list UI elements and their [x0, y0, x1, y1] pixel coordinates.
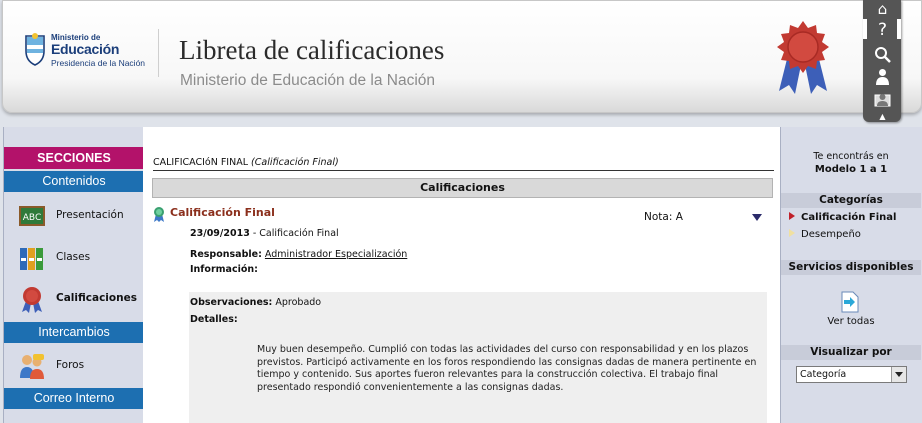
home-icon[interactable]: ⌂	[874, 1, 891, 18]
categorias-header: Categorías	[781, 193, 921, 208]
app-window: Ministerio de Educación Presidencia de l…	[0, 0, 922, 423]
search-icon[interactable]	[874, 46, 891, 63]
location-label: Te encontrás en	[813, 151, 889, 162]
location-value: Modelo 1 a 1	[814, 164, 888, 175]
binders-icon	[20, 248, 43, 270]
page-title: Libreta de calificaciones	[179, 35, 445, 65]
categoria-label: Calificación Final	[801, 212, 897, 223]
bullet-arrow-icon	[789, 212, 795, 220]
sidebar-item-label: Calificaciones	[56, 292, 137, 304]
shield-icon	[25, 33, 45, 66]
header-bar: Ministerio de Educación Presidencia de l…	[2, 0, 922, 113]
chevron-down-icon[interactable]	[891, 367, 906, 382]
chalkboard-icon: ABC	[19, 206, 45, 226]
page-subtitle: Ministerio de Educación de la Nación	[180, 72, 436, 89]
quick-toolbar: ⌂ ? ▲	[863, 0, 901, 122]
ver-todas-label: Ver todas	[827, 316, 875, 327]
detalles-label: Detalles:	[190, 314, 238, 325]
categoria-label: Desempeño	[801, 229, 861, 240]
category-intercambios[interactable]: Intercambios	[4, 322, 144, 343]
categoria-item-desempeno[interactable]: Desempeño	[789, 229, 861, 240]
section-title: Calificaciones	[152, 178, 773, 198]
right-sidebar: Te encontrás en Modelo 1 a 1 Categorías …	[780, 127, 922, 423]
observaciones-row: Observaciones: Aprobado	[190, 297, 321, 308]
entry-title[interactable]: Calificación Final	[170, 206, 275, 219]
sidebar-item-calificaciones[interactable]: Calificaciones	[4, 279, 144, 319]
observaciones-value: Aprobado	[275, 297, 322, 308]
arrow-up-icon[interactable]: ▲	[874, 108, 891, 125]
main-content: CALIFICACIóN FINAL (Calificación Final) …	[143, 127, 780, 423]
entry-date: 23/09/2013	[190, 228, 250, 239]
sidebar-item-clases[interactable]: Clases	[4, 238, 144, 278]
sections-header: SECCIONES	[4, 147, 144, 169]
observaciones-label: Observaciones:	[190, 297, 273, 308]
ribbon-icon	[154, 207, 164, 222]
observations-panel: Observaciones: Aprobado Detalles: Muy bu…	[189, 292, 767, 423]
category-contenidos[interactable]: Contenidos	[4, 171, 144, 192]
detalles-text: Muy buen desempeño. Cumplió con todas la…	[257, 344, 757, 393]
visualizar-header: Visualizar por	[781, 345, 921, 360]
logo-line-3: Presidencia de la Nación	[51, 58, 146, 68]
responsable-link[interactable]: Administrador Especialización	[265, 249, 407, 260]
document-arrow-icon	[841, 291, 859, 313]
profile-icon[interactable]	[874, 90, 891, 107]
sidebar-item-label: Foros	[56, 359, 85, 371]
people-icon	[20, 354, 44, 379]
sidebar-item-label: Clases	[56, 251, 91, 263]
toolbar-grip-left	[863, 19, 867, 39]
responsable-label: Responsable:	[190, 249, 262, 260]
informacion-row: Información:	[190, 264, 258, 275]
grade-text: A	[675, 211, 683, 223]
left-sidebar: SECCIONES Contenidos ABC Presentación Cl…	[3, 127, 144, 423]
grade-label: Nota:	[644, 211, 673, 223]
breadcrumb: CALIFICACIóN FINAL (Calificación Final)	[153, 157, 774, 171]
grade-value: Nota: A	[644, 211, 683, 223]
ministry-logo[interactable]: Ministerio de Educación Presidencia de l…	[21, 29, 159, 77]
help-icon[interactable]: ?	[874, 22, 891, 39]
entry-date-row: 23/09/2013 - Calificación Final	[190, 228, 339, 239]
entry-date-suffix: - Calificación Final	[249, 228, 339, 239]
breadcrumb-path: CALIFICACIóN FINAL	[153, 157, 248, 168]
servicios-header: Servicios disponibles	[781, 260, 921, 275]
rosette-icon	[22, 287, 42, 313]
visualizar-selected: Categoría	[800, 369, 847, 380]
sidebar-item-label: Presentación	[56, 209, 124, 221]
bullet-arrow-icon	[789, 229, 795, 237]
rosette-seal-icon	[777, 21, 829, 94]
logo-line-2: Educación	[51, 41, 120, 57]
breadcrumb-detail: (Calificación Final)	[251, 157, 339, 168]
sidebar-item-foros[interactable]: Foros	[4, 346, 144, 386]
informacion-label: Información:	[190, 264, 258, 275]
svg-text:ABC: ABC	[23, 213, 41, 223]
visualizar-select[interactable]: Categoría	[796, 366, 907, 383]
expand-arrow-icon[interactable]	[752, 214, 762, 221]
toolbar-grip-right	[897, 19, 901, 39]
sidebar-item-presentacion[interactable]: ABC Presentación	[4, 196, 144, 236]
user-icon[interactable]	[874, 68, 891, 85]
categoria-item-calificacion-final[interactable]: Calificación Final	[789, 212, 896, 223]
responsable-row: Responsable: Administrador Especializaci…	[190, 249, 407, 260]
category-correo-interno[interactable]: Correo Interno	[4, 388, 144, 409]
